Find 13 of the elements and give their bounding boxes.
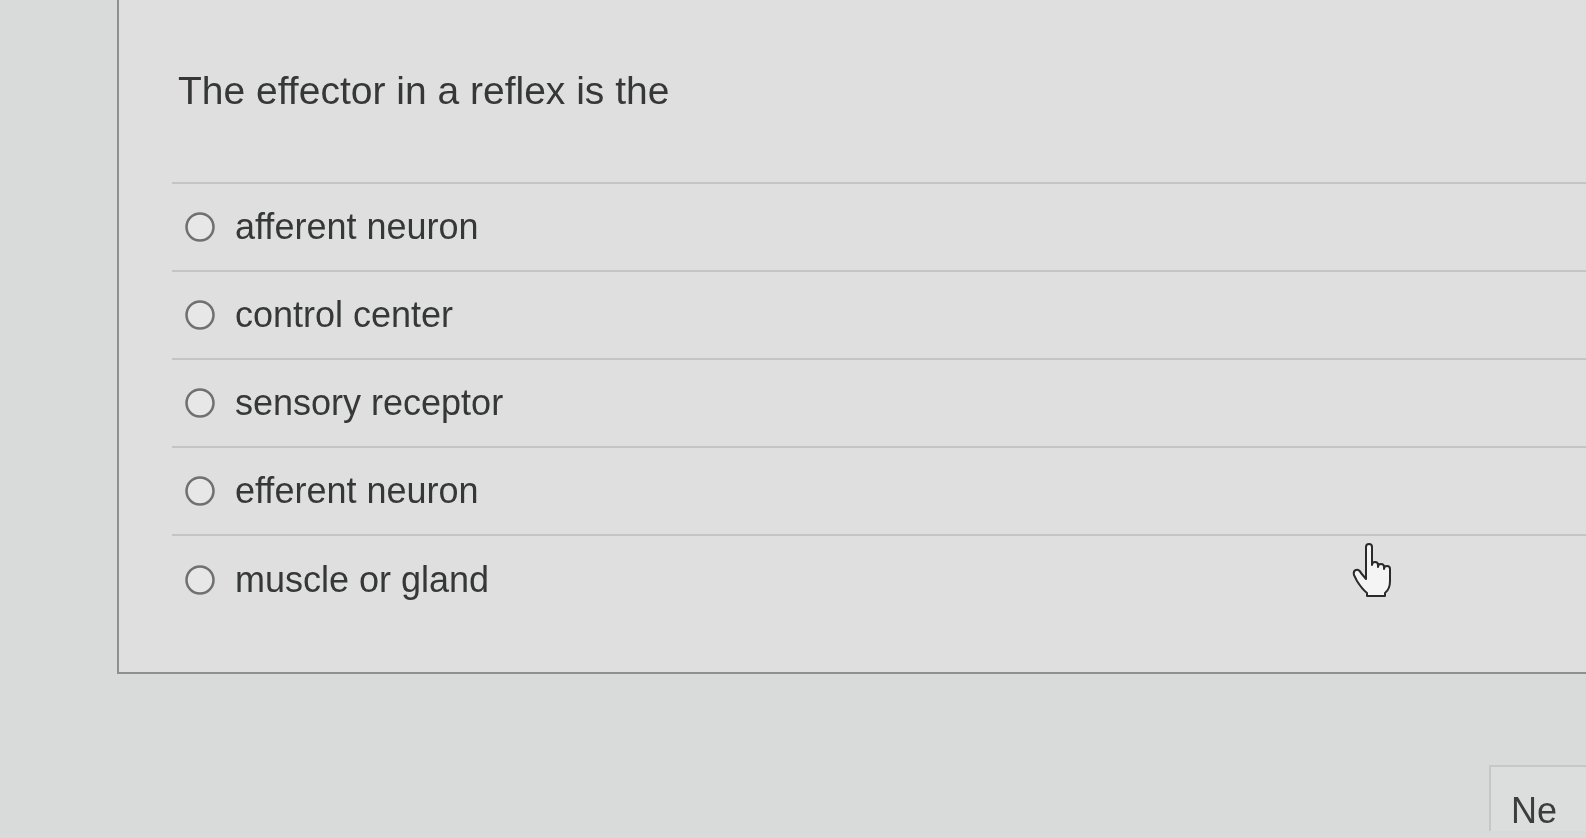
question-text: The effector in a reflex is the — [177, 68, 670, 114]
next-button[interactable]: Ne — [1489, 765, 1586, 831]
radio-button[interactable] — [185, 212, 215, 242]
radio-button[interactable] — [185, 476, 215, 506]
radio-button[interactable] — [185, 388, 215, 418]
radio-button[interactable] — [185, 300, 215, 330]
radio-button[interactable] — [185, 565, 215, 595]
option-label[interactable]: efferent neuron — [235, 469, 479, 513]
option-label[interactable]: sensory receptor — [235, 381, 504, 425]
hand-pointer-icon — [1352, 543, 1394, 597]
option-label[interactable]: afferent neuron — [235, 205, 479, 249]
option-label[interactable]: muscle or gland — [235, 558, 490, 602]
option-label[interactable]: control center — [235, 293, 454, 337]
